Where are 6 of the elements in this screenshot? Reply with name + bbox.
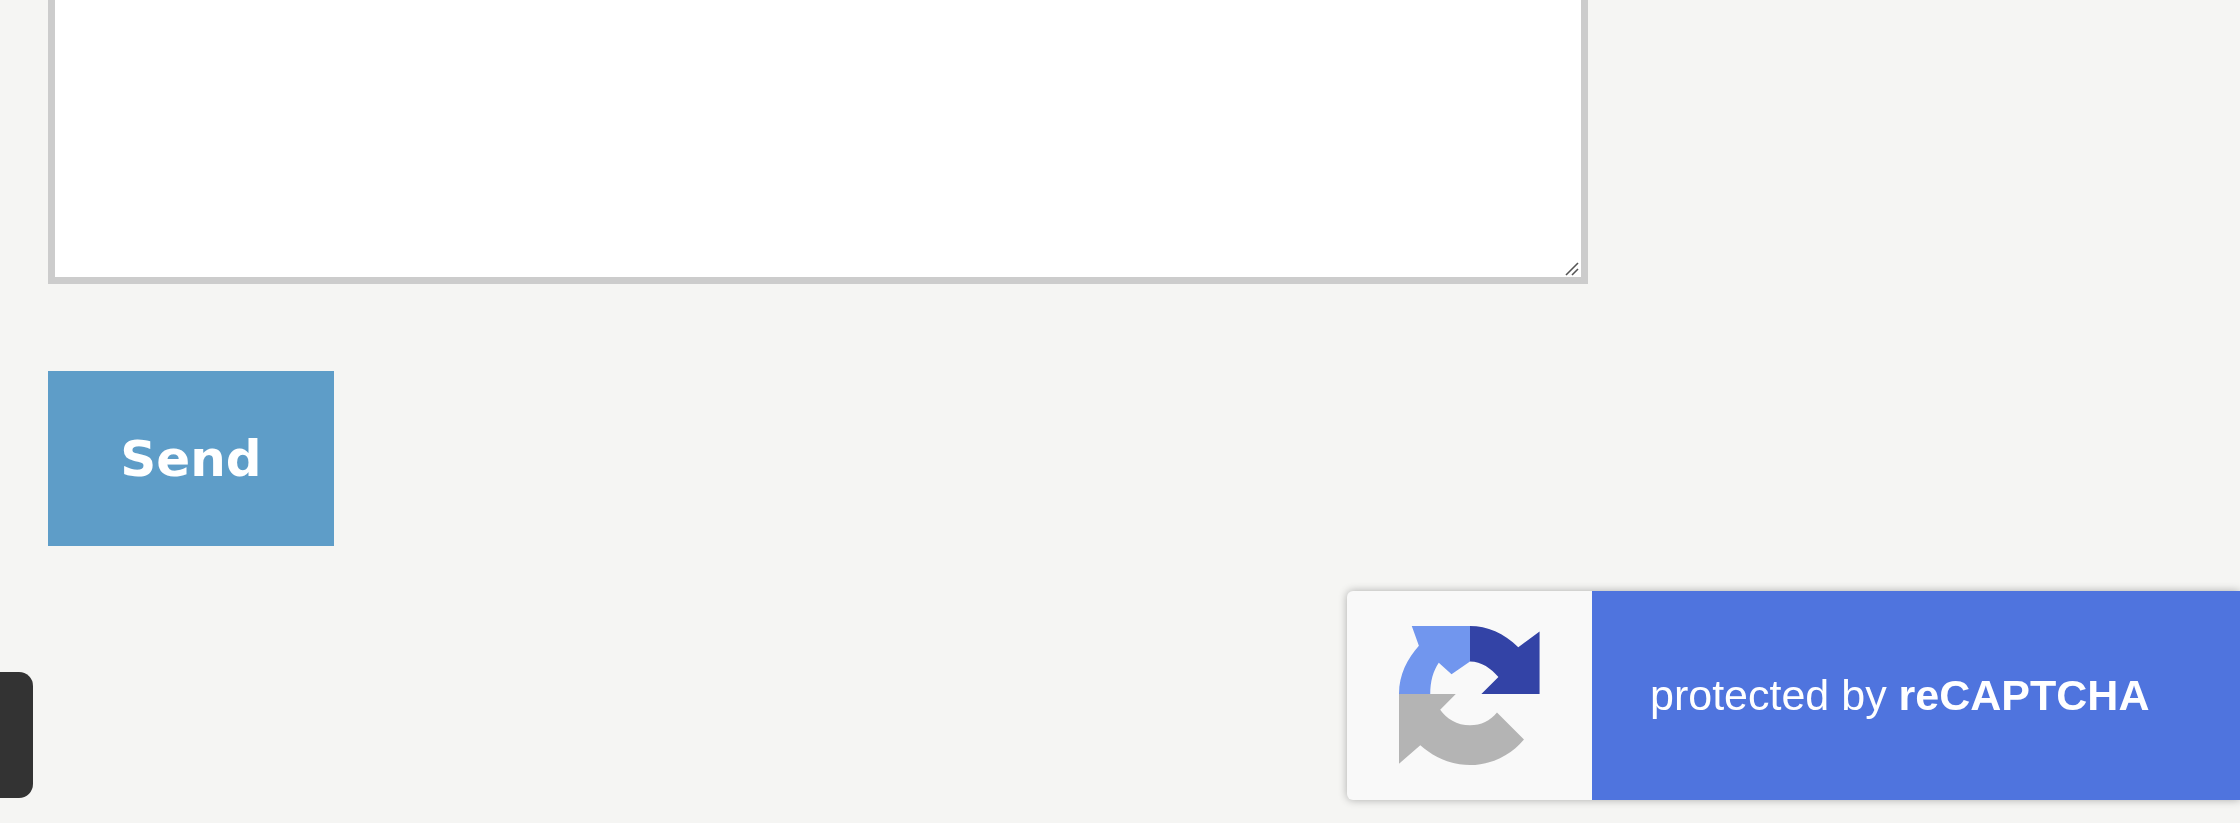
protection-text: protected by reCAPTCHA bbox=[1650, 671, 2150, 720]
side-tab[interactable] bbox=[0, 672, 33, 798]
recaptcha-logo-icon bbox=[1398, 624, 1541, 767]
message-field[interactable] bbox=[48, 0, 1588, 284]
send-button[interactable]: Send bbox=[48, 371, 334, 546]
resize-handle-icon[interactable] bbox=[1565, 262, 1579, 276]
